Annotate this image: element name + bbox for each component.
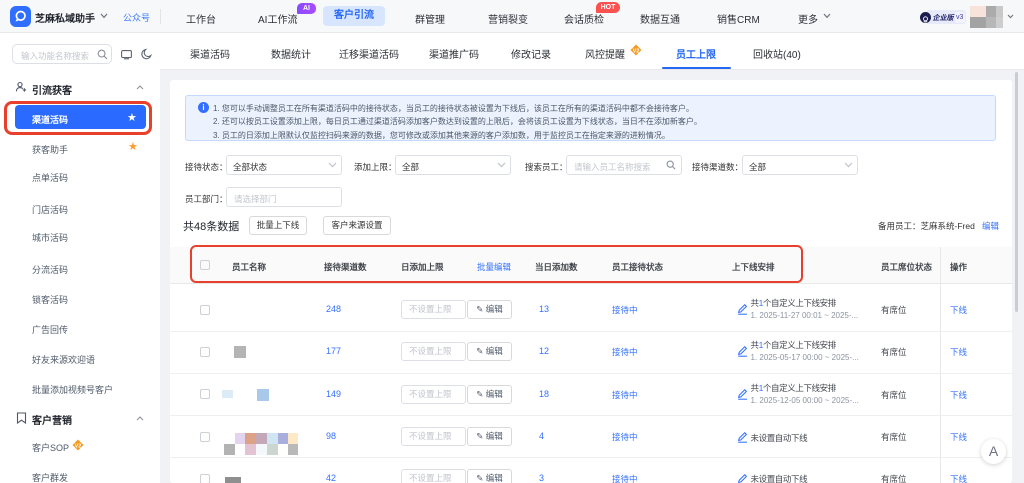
svg-text:V2: V2 <box>75 443 82 449</box>
svg-text:V2: V2 <box>633 48 640 54</box>
